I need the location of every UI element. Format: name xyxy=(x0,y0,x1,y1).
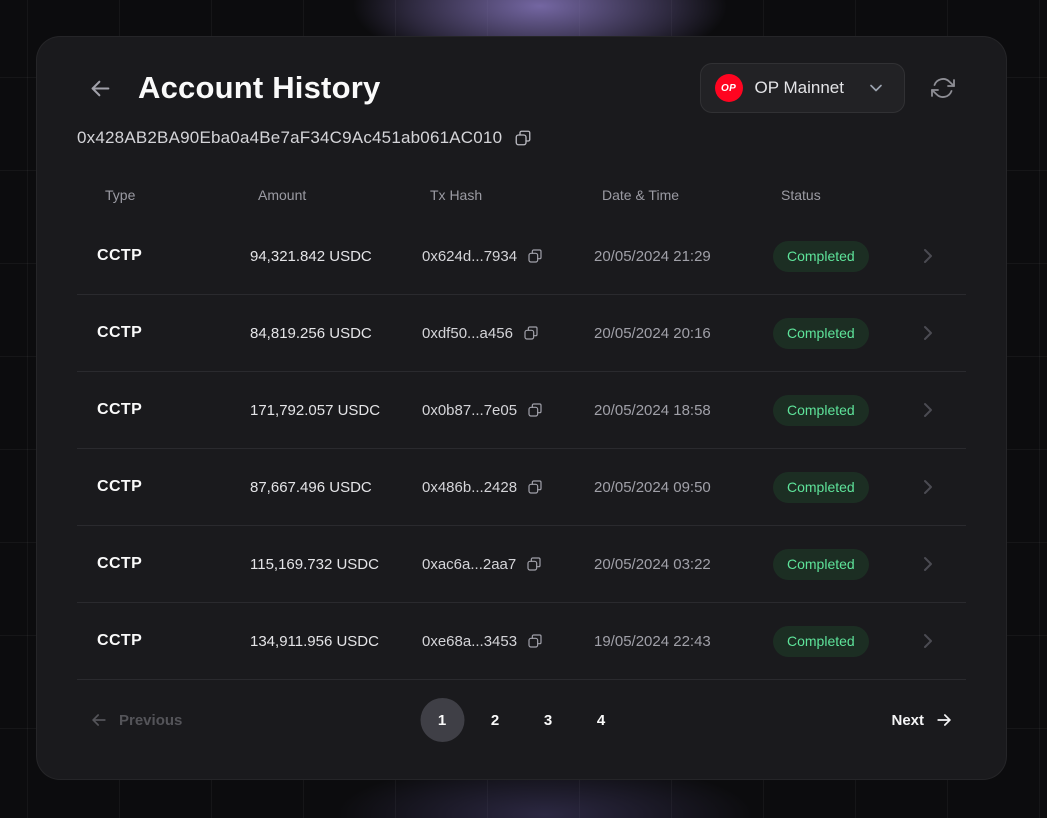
wallet-address: 0x428AB2BA90Eba0a4Be7aF34C9Ac451ab061AC0… xyxy=(77,128,502,148)
tx-hash: 0x624d...7934 xyxy=(422,248,517,265)
tx-hash: 0xdf50...a456 xyxy=(422,325,513,342)
tx-type: CCTP xyxy=(77,401,250,419)
copy-icon xyxy=(527,479,543,495)
op-network-icon: OP xyxy=(715,74,743,102)
arrow-right-icon xyxy=(934,710,954,730)
column-header-amount: Amount xyxy=(250,187,422,203)
tx-hash: 0x486b...2428 xyxy=(422,479,517,496)
tx-type: CCTP xyxy=(77,555,250,573)
column-header-date: Date & Time xyxy=(594,187,773,203)
chevron-right-icon[interactable] xyxy=(916,244,966,268)
tx-amount: 171,792.057 USDC xyxy=(250,402,422,419)
table-row[interactable]: CCTP 115,169.732 USDC 0xac6a...2aa7 20/0… xyxy=(77,526,966,603)
card-header: Account History OP OP Mainnet xyxy=(77,37,966,113)
page-title: Account History xyxy=(138,70,380,106)
copy-txhash-button[interactable] xyxy=(526,247,544,265)
tx-hash: 0xac6a...2aa7 xyxy=(422,556,516,573)
copy-txhash-button[interactable] xyxy=(526,632,544,650)
tx-datetime: 20/05/2024 09:50 xyxy=(594,479,773,496)
account-history-card: Account History OP OP Mainnet 0x428AB2BA… xyxy=(36,36,1007,780)
chevron-right-icon[interactable] xyxy=(916,398,966,422)
network-label: OP Mainnet xyxy=(755,78,844,98)
address-row: 0x428AB2BA90Eba0a4Be7aF34C9Ac451ab061AC0… xyxy=(77,128,966,148)
column-header-status: Status xyxy=(773,187,901,203)
back-button[interactable] xyxy=(85,73,116,104)
page-button-3[interactable]: 3 xyxy=(526,698,570,742)
table-header-row: Type Amount Tx Hash Date & Time Status xyxy=(77,172,966,218)
table-body: CCTP 94,321.842 USDC 0x624d...7934 20/05… xyxy=(77,218,966,680)
tx-amount: 84,819.256 USDC xyxy=(250,325,422,342)
tx-amount: 115,169.732 USDC xyxy=(250,556,422,573)
chevron-right-icon[interactable] xyxy=(916,629,966,653)
tx-amount: 134,911.956 USDC xyxy=(250,633,422,650)
pagination-bar: Previous 1234 Next xyxy=(77,680,966,760)
tx-type: CCTP xyxy=(77,324,250,342)
column-header-txhash: Tx Hash xyxy=(422,187,594,203)
chevron-down-icon xyxy=(866,78,886,98)
next-page-button[interactable]: Next xyxy=(891,710,954,730)
chevron-right-icon[interactable] xyxy=(916,475,966,499)
table-row[interactable]: CCTP 134,911.956 USDC 0xe68a...3453 19/0… xyxy=(77,603,966,680)
copy-icon xyxy=(514,129,532,147)
page-numbers: 1234 xyxy=(420,698,623,742)
copy-icon xyxy=(527,633,543,649)
page-button-1[interactable]: 1 xyxy=(420,698,464,742)
copy-icon xyxy=(526,556,542,572)
previous-page-button[interactable]: Previous xyxy=(89,710,182,730)
tx-datetime: 20/05/2024 21:29 xyxy=(594,248,773,265)
table-row[interactable]: CCTP 94,321.842 USDC 0x624d...7934 20/05… xyxy=(77,218,966,295)
tx-datetime: 19/05/2024 22:43 xyxy=(594,633,773,650)
chevron-right-icon[interactable] xyxy=(916,321,966,345)
tx-hash: 0xe68a...3453 xyxy=(422,633,517,650)
network-selector[interactable]: OP OP Mainnet xyxy=(700,63,905,113)
tx-amount: 94,321.842 USDC xyxy=(250,248,422,265)
copy-icon xyxy=(527,248,543,264)
copy-address-button[interactable] xyxy=(513,128,533,148)
copy-txhash-button[interactable] xyxy=(522,324,540,342)
page-button-2[interactable]: 2 xyxy=(473,698,517,742)
tx-type: CCTP xyxy=(77,247,250,265)
status-badge: Completed xyxy=(773,472,869,503)
status-badge: Completed xyxy=(773,318,869,349)
refresh-icon xyxy=(931,76,955,100)
tx-type: CCTP xyxy=(77,632,250,650)
transactions-table: Type Amount Tx Hash Date & Time Status C… xyxy=(77,172,966,680)
previous-label: Previous xyxy=(119,712,182,729)
chevron-right-icon[interactable] xyxy=(916,552,966,576)
status-badge: Completed xyxy=(773,395,869,426)
column-header-type: Type xyxy=(77,187,250,203)
status-badge: Completed xyxy=(773,549,869,580)
copy-icon xyxy=(523,325,539,341)
copy-txhash-button[interactable] xyxy=(526,478,544,496)
arrow-left-icon xyxy=(89,710,109,730)
copy-txhash-button[interactable] xyxy=(525,555,543,573)
status-badge: Completed xyxy=(773,241,869,272)
tx-datetime: 20/05/2024 03:22 xyxy=(594,556,773,573)
status-badge: Completed xyxy=(773,626,869,657)
tx-type: CCTP xyxy=(77,478,250,496)
tx-datetime: 20/05/2024 20:16 xyxy=(594,325,773,342)
tx-datetime: 20/05/2024 18:58 xyxy=(594,402,773,419)
tx-hash: 0x0b87...7e05 xyxy=(422,402,517,419)
refresh-button[interactable] xyxy=(929,74,957,102)
tx-amount: 87,667.496 USDC xyxy=(250,479,422,496)
arrow-left-icon xyxy=(87,75,114,102)
copy-txhash-button[interactable] xyxy=(526,401,544,419)
table-row[interactable]: CCTP 84,819.256 USDC 0xdf50...a456 20/05… xyxy=(77,295,966,372)
table-row[interactable]: CCTP 171,792.057 USDC 0x0b87...7e05 20/0… xyxy=(77,372,966,449)
table-row[interactable]: CCTP 87,667.496 USDC 0x486b...2428 20/05… xyxy=(77,449,966,526)
copy-icon xyxy=(527,402,543,418)
next-label: Next xyxy=(891,712,924,729)
page-button-4[interactable]: 4 xyxy=(579,698,623,742)
